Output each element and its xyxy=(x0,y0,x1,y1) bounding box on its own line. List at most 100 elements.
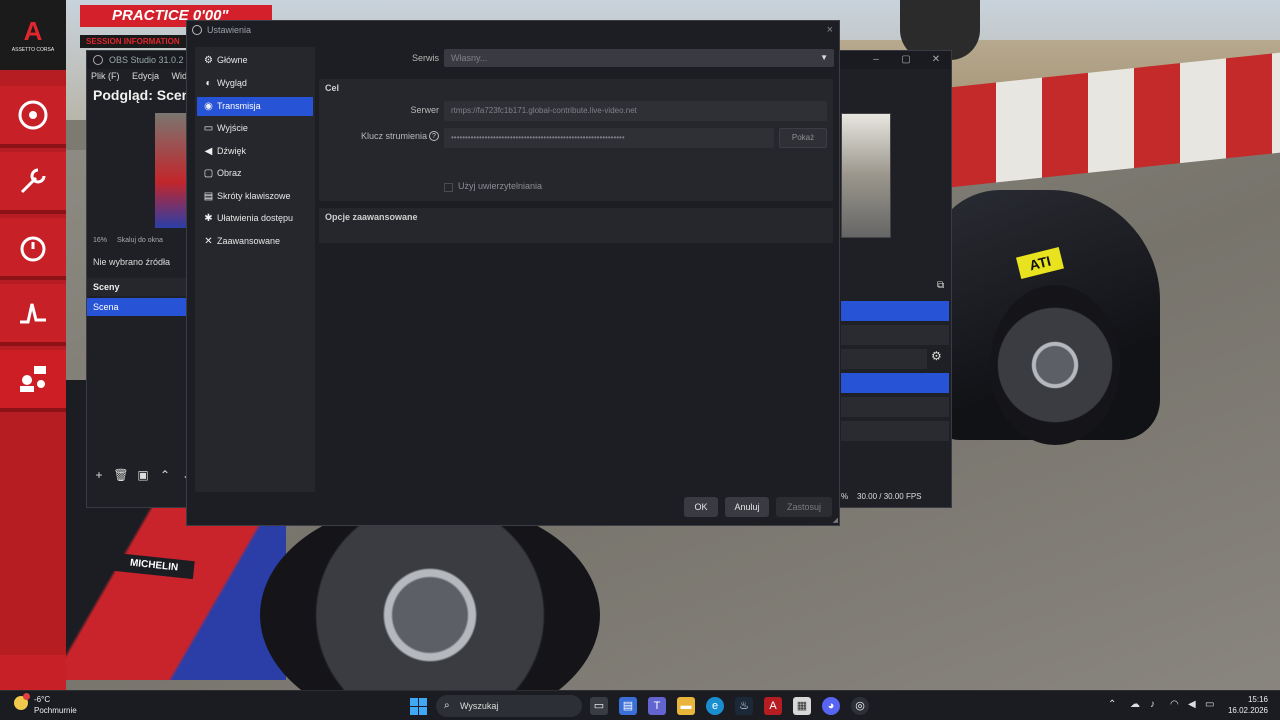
clock-date: 16.02.2026 xyxy=(1227,706,1268,715)
keyboard-icon: ▤ xyxy=(203,191,214,202)
tray-chevron-up-icon[interactable]: ⌃ xyxy=(1108,699,1116,710)
sidebar-item-label: Ułatwienia dostępu xyxy=(217,213,294,223)
advanced-title[interactable]: Opcje zaawansowane xyxy=(325,212,418,222)
sidebar-item-video[interactable]: ▢ Obraz xyxy=(197,164,313,183)
volume-icon[interactable]: ◀ xyxy=(1188,699,1196,710)
microphone-icon[interactable]: ♪ xyxy=(1150,699,1155,710)
menu-file[interactable]: Plik (F) xyxy=(91,71,120,81)
zoom-percent[interactable]: 16% xyxy=(93,237,107,244)
battery-icon[interactable]: ▭ xyxy=(1205,699,1214,710)
broadcast-icon: ◉ xyxy=(204,101,213,112)
server-field[interactable]: rtmps://fa723fc1b171.global-contribute.l… xyxy=(444,101,827,121)
scene-item[interactable]: Scena xyxy=(87,298,187,316)
filter-scene-icon[interactable]: ▣ xyxy=(135,467,151,483)
mixer-row-selected[interactable] xyxy=(841,301,949,321)
apply-button[interactable]: Zastosuj xyxy=(776,497,832,517)
help-icon[interactable]: ? xyxy=(429,131,439,141)
ac-drive-button[interactable] xyxy=(0,86,66,148)
monitor-icon: ▢ xyxy=(203,168,214,179)
weather-widget[interactable]: -6°C Pochmurnie xyxy=(14,693,77,716)
files-app-icon[interactable]: ▤ xyxy=(619,697,637,715)
move-up-icon[interactable]: ⌃ xyxy=(157,467,173,483)
sidebar-item-label: Wygląd xyxy=(217,78,247,88)
menu-edit[interactable]: Edycja xyxy=(132,71,159,81)
gear-icon[interactable]: ⚙ xyxy=(931,349,942,363)
file-explorer-icon[interactable]: ▬ xyxy=(677,697,695,715)
sidebar-item-label: Transmisja xyxy=(217,101,261,111)
no-source-label: Nie wybrano źródła xyxy=(93,257,171,267)
sidebar-item-label: Dźwięk xyxy=(217,146,247,156)
stream-key-field[interactable]: ••••••••••••••••••••••••••••••••••••••••… xyxy=(444,128,774,148)
sidebar-item-general[interactable]: ⚙ Główne xyxy=(197,51,313,70)
ac-bottom-button[interactable] xyxy=(0,655,66,690)
sidebar-item-appearance[interactable]: ◐ Wygląd xyxy=(197,74,313,93)
minimize-icon[interactable]: – xyxy=(861,51,891,69)
sidebar-item-audio[interactable]: ◀ Dźwięk xyxy=(197,142,313,161)
car-wheel-right xyxy=(990,285,1120,445)
windows-start-icon[interactable] xyxy=(410,698,427,715)
preview-canvas-right[interactable] xyxy=(841,113,891,238)
sidebar-item-output[interactable]: ▭ Wyjście xyxy=(197,119,313,138)
sidebar-item-advanced[interactable]: ✕ Zaawansowane xyxy=(197,232,313,251)
control-row[interactable] xyxy=(841,421,949,441)
auth-checkbox[interactable] xyxy=(444,183,453,192)
accessibility-icon: ✱ xyxy=(204,213,213,224)
car-wheel-front xyxy=(260,500,600,720)
obs-logo-icon xyxy=(192,25,202,35)
preview-title: Podgląd: Scen xyxy=(93,87,191,103)
show-key-button[interactable]: Pokaż xyxy=(779,128,827,148)
taskbar-search[interactable]: ⌕ Wyszukaj xyxy=(436,695,582,717)
teams-icon[interactable]: T xyxy=(648,697,666,715)
auth-checkbox-label[interactable]: Użyj uwierzytelniania xyxy=(458,181,542,191)
ac-telemetry-button[interactable] xyxy=(0,284,66,346)
sidebar-item-label: Główne xyxy=(217,55,248,65)
close-icon[interactable]: ✕ xyxy=(921,51,951,69)
edge-browser-icon[interactable]: e xyxy=(706,697,724,715)
assetto-corsa-icon[interactable]: A xyxy=(764,697,782,715)
resize-grip-icon[interactable]: ◢ xyxy=(833,516,838,524)
stream-key-label: Klucz strumienia xyxy=(360,131,427,141)
service-value: Własny... xyxy=(451,53,488,63)
service-dropdown[interactable]: Własny... ▼ xyxy=(444,49,834,67)
sidebar-item-label: Skróty klawiszowe xyxy=(217,191,291,201)
sidebar-item-stream[interactable]: ◉ Transmisja xyxy=(197,97,313,116)
maximize-icon[interactable]: ▢ xyxy=(891,51,921,69)
ok-button[interactable]: OK xyxy=(684,497,718,517)
gear-icon: ⚙ xyxy=(204,55,213,66)
destination-title: Cel xyxy=(325,83,340,93)
remove-scene-icon[interactable]: 🗑 xyxy=(113,467,129,483)
ac-chat-button[interactable] xyxy=(0,350,66,412)
close-icon[interactable]: × xyxy=(827,21,833,40)
preview-canvas[interactable] xyxy=(155,113,187,228)
scene-toolbar: + 🗑 ▣ ⌃ ⌄ xyxy=(91,467,195,483)
obs-logo-icon xyxy=(93,55,103,65)
ac-timing-button[interactable] xyxy=(0,218,66,280)
sidebar-item-hotkeys[interactable]: ▤ Skróty klawiszowe xyxy=(197,187,313,206)
notepad-icon[interactable]: ▦ xyxy=(793,697,811,715)
taskbar: -6°C Pochmurnie ⌕ Wyszukaj ▭ ▤ T ▬ e ♨ A… xyxy=(0,690,1280,720)
ac-setup-button[interactable] xyxy=(0,152,66,214)
status-bar: % 30.00 / 30.00 FPS xyxy=(841,492,922,501)
settings-title-bar: Ustawienia × xyxy=(187,21,839,40)
search-placeholder: Wyszukaj xyxy=(460,701,499,711)
task-view-icon[interactable]: ▭ xyxy=(590,697,608,715)
cancel-button[interactable]: Anuluj xyxy=(725,497,769,517)
transition-row-selected[interactable] xyxy=(841,373,949,393)
mixer-row[interactable] xyxy=(841,349,927,369)
control-row[interactable] xyxy=(841,397,949,417)
system-clock[interactable]: 15:16 16.02.2026 xyxy=(1226,694,1268,716)
wifi-icon[interactable]: ◠ xyxy=(1170,699,1179,710)
mixer-row[interactable] xyxy=(841,325,949,345)
dock-undock-icon[interactable]: ⧉ xyxy=(937,280,944,291)
wrench-icon: ✕ xyxy=(204,236,213,247)
discord-icon[interactable]: ◕ xyxy=(822,697,840,715)
service-label: Serwis xyxy=(411,53,439,63)
cloud-icon[interactable]: ☁ xyxy=(1130,699,1140,710)
obs-taskbar-icon[interactable]: ◎ xyxy=(851,697,869,715)
advanced-group: Opcje zaawansowane xyxy=(319,208,833,243)
steam-icon[interactable]: ♨ xyxy=(735,697,753,715)
speaker-icon: ◀ xyxy=(204,146,213,157)
sidebar-item-accessibility[interactable]: ✱ Ułatwienia dostępu xyxy=(197,209,313,228)
add-scene-icon[interactable]: + xyxy=(91,467,107,483)
zoom-fit[interactable]: Skaluj do okna xyxy=(117,237,163,244)
